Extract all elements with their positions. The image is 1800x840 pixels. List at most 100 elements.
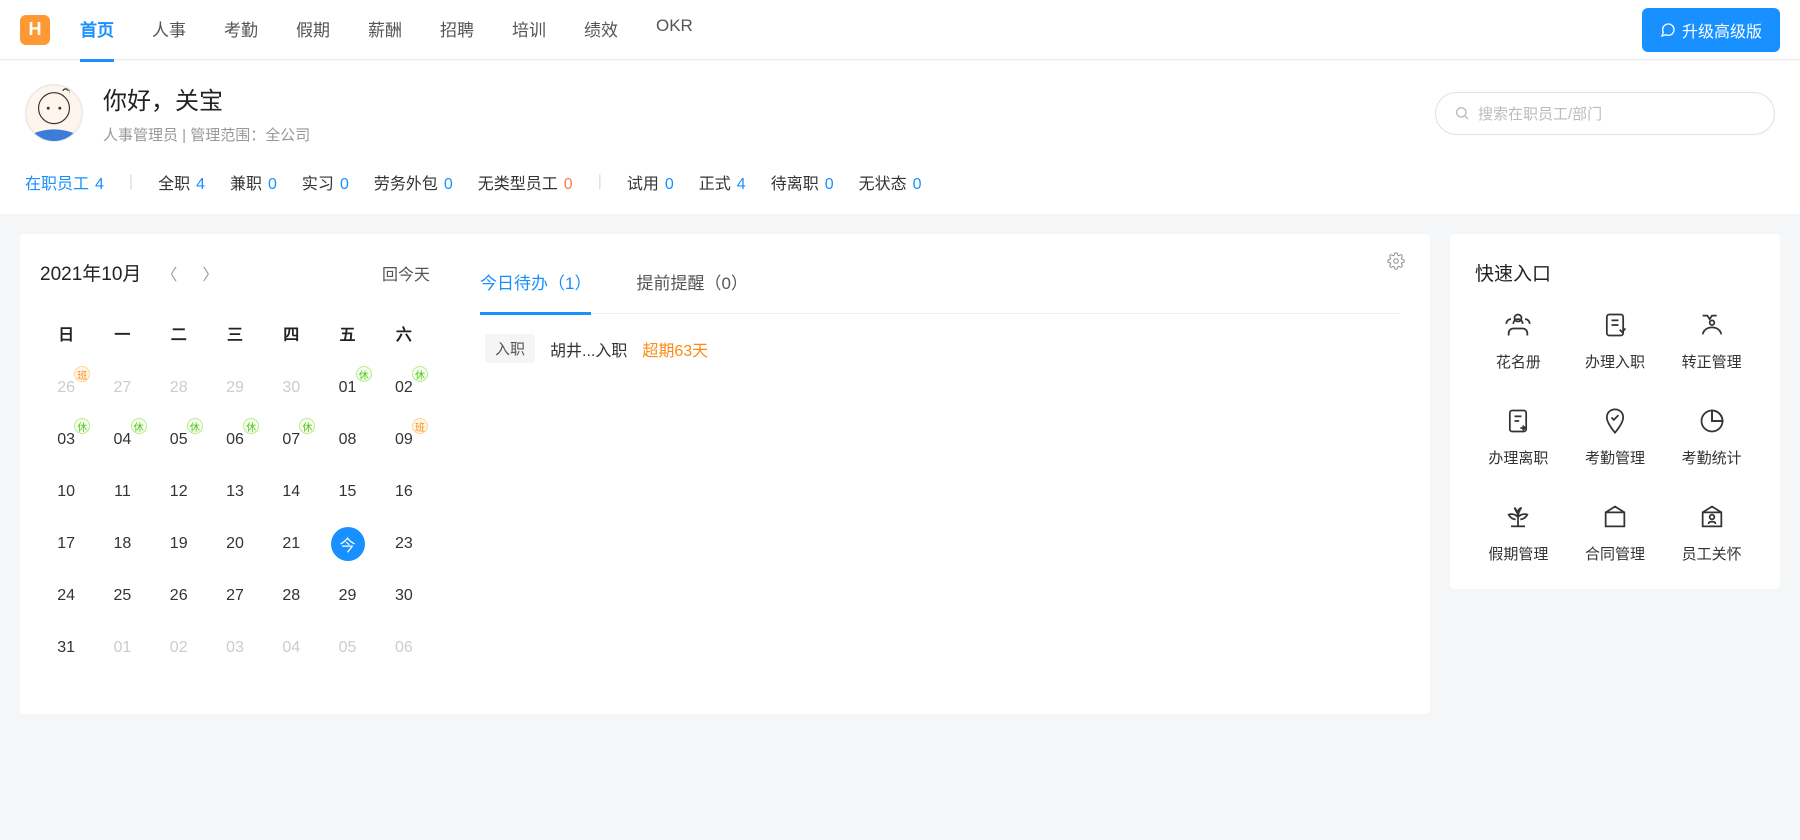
calendar-day[interactable]: 04休 <box>96 416 148 464</box>
calendar-day[interactable]: 02休 <box>378 364 430 412</box>
stat-item[interactable]: 无类型员工0 <box>478 170 573 194</box>
stat-item[interactable]: 试用0 <box>627 170 674 194</box>
calendar-day[interactable]: 11 <box>96 468 148 516</box>
top-nav: H 首页人事考勤假期薪酬招聘培训绩效 OKR 升级高级版 <box>0 0 1800 60</box>
stat-item[interactable]: 在职员工4 <box>25 170 104 194</box>
todo-overdue: 超期63天 <box>642 337 708 361</box>
calendar-day[interactable]: 29 <box>209 364 261 412</box>
quick-card: 快速入口 花名册办理入职转正管理办理离职考勤管理考勤统计假期管理合同管理员工关怀 <box>1450 234 1780 589</box>
calendar-day[interactable]: 20 <box>209 520 261 568</box>
calendar-day[interactable]: 31 <box>40 624 92 672</box>
calendar-day[interactable]: 27 <box>96 364 148 412</box>
nav-item-3[interactable]: 假期 <box>296 0 330 62</box>
calendar-day[interactable]: 03 <box>209 624 261 672</box>
calendar-day[interactable]: 06 <box>378 624 430 672</box>
quick-item-roster[interactable]: 花名册 <box>1475 311 1562 372</box>
calendar-day[interactable]: 04 <box>265 624 317 672</box>
calendar-day[interactable]: 28 <box>265 572 317 620</box>
stat-item[interactable]: 正式4 <box>699 170 746 194</box>
nav-item-8[interactable]: OKR <box>656 0 693 62</box>
quick-item-regular[interactable]: 转正管理 <box>1668 311 1755 372</box>
calendar-day[interactable]: 26 <box>153 572 205 620</box>
nav-item-5[interactable]: 招聘 <box>440 0 474 62</box>
calendar-day[interactable]: 09班 <box>378 416 430 464</box>
calendar-day[interactable]: 19 <box>153 520 205 568</box>
quick-item-care[interactable]: 员工关怀 <box>1668 503 1755 564</box>
calendar-day[interactable]: 07休 <box>265 416 317 464</box>
quick-item-vacation[interactable]: 假期管理 <box>1475 503 1562 564</box>
upgrade-button[interactable]: 升级高级版 <box>1642 8 1780 52</box>
stats-divider: | <box>129 173 133 191</box>
roster-icon <box>1504 311 1532 339</box>
calendar-dow: 三 <box>209 311 261 360</box>
calendar-day[interactable]: 16 <box>378 468 430 516</box>
calendar-day[interactable]: 05休 <box>153 416 205 464</box>
calendar-day[interactable]: 29 <box>321 572 373 620</box>
search-input[interactable]: 搜索在职员工/部门 <box>1435 92 1775 135</box>
calendar-day[interactable]: 28 <box>153 364 205 412</box>
calendar-day[interactable]: 23 <box>378 520 430 568</box>
stat-item[interactable]: 全职4 <box>158 170 205 194</box>
regular-icon <box>1698 311 1726 339</box>
calendar-day[interactable]: 12 <box>153 468 205 516</box>
stat-item[interactable]: 劳务外包0 <box>374 170 453 194</box>
calendar-day[interactable]: 05 <box>321 624 373 672</box>
logo[interactable]: H <box>20 15 50 45</box>
stats-divider: | <box>598 173 602 191</box>
calendar-day[interactable]: 01 <box>96 624 148 672</box>
quick-item-attstat[interactable]: 考勤统计 <box>1668 407 1755 468</box>
calendar-day[interactable]: 15 <box>321 468 373 516</box>
quick-item-attendance[interactable]: 考勤管理 <box>1572 407 1659 468</box>
search-icon <box>1454 105 1470 121</box>
quick-label: 假期管理 <box>1488 543 1548 564</box>
calendar-day[interactable]: 今 <box>321 520 373 568</box>
nav-item-2[interactable]: 考勤 <box>224 0 258 62</box>
avatar[interactable]: ? <box>25 84 83 142</box>
calendar-day[interactable]: 01休 <box>321 364 373 412</box>
quick-grid: 花名册 办理入职 转正管理办理离职考勤管理 考勤统计假期管理 合同管理员工关怀 <box>1475 311 1755 564</box>
next-month-button[interactable]: 〉 <box>197 261 223 285</box>
today-link[interactable]: 回今天 <box>382 261 430 285</box>
calendar-day[interactable]: 14 <box>265 468 317 516</box>
quick-label: 花名册 <box>1496 351 1541 372</box>
calendar-day[interactable]: 02 <box>153 624 205 672</box>
stat-item[interactable]: 待离职0 <box>771 170 834 194</box>
calendar-day[interactable]: 18 <box>96 520 148 568</box>
stat-item[interactable]: 兼职0 <box>230 170 277 194</box>
nav-item-4[interactable]: 薪酬 <box>368 0 402 62</box>
calendar-day[interactable]: 21 <box>265 520 317 568</box>
quick-item-offboard[interactable]: 办理离职 <box>1475 407 1562 468</box>
quick-label: 考勤管理 <box>1585 447 1645 468</box>
todo-tab[interactable]: 提前提醒（0） <box>636 259 747 313</box>
calendar-day[interactable]: 06休 <box>209 416 261 464</box>
main-card: 2021年10月 〈 〉 回今天 日一二三四五六26班2728293001休02… <box>20 234 1430 714</box>
settings-icon[interactable] <box>1387 252 1405 275</box>
calendar-day[interactable]: 10 <box>40 468 92 516</box>
calendar-day[interactable]: 30 <box>378 572 430 620</box>
nav-item-0[interactable]: 首页 <box>80 0 114 62</box>
quick-item-onboard[interactable]: 办理入职 <box>1572 311 1659 372</box>
calendar-day[interactable]: 24 <box>40 572 92 620</box>
nav-item-6[interactable]: 培训 <box>512 0 546 62</box>
calendar-dow: 一 <box>96 311 148 360</box>
stat-item[interactable]: 无状态0 <box>859 170 922 194</box>
calendar-day[interactable]: 03休 <box>40 416 92 464</box>
calendar-day[interactable]: 17 <box>40 520 92 568</box>
stat-item[interactable]: 实习0 <box>302 170 349 194</box>
calendar-day[interactable]: 25 <box>96 572 148 620</box>
nav-item-7[interactable]: 绩效 <box>584 0 618 62</box>
nav-item-1[interactable]: 人事 <box>152 0 186 62</box>
todo-tab[interactable]: 今日待办（1） <box>480 259 591 315</box>
calendar-day[interactable]: 30 <box>265 364 317 412</box>
svg-text:?: ? <box>68 86 72 95</box>
calendar-day[interactable]: 08 <box>321 416 373 464</box>
quick-item-contract[interactable]: 合同管理 <box>1572 503 1659 564</box>
calendar-dow: 二 <box>153 311 205 360</box>
calendar-day[interactable]: 26班 <box>40 364 92 412</box>
calendar-day[interactable]: 13 <box>209 468 261 516</box>
quick-label: 办理入职 <box>1585 351 1645 372</box>
calendar-day[interactable]: 27 <box>209 572 261 620</box>
todo-item[interactable]: 入职胡井...入职超期63天 <box>480 314 1400 383</box>
prev-month-button[interactable]: 〈 <box>156 261 182 285</box>
calendar-grid: 日一二三四五六26班2728293001休02休03休04休05休06休07休0… <box>40 311 430 672</box>
